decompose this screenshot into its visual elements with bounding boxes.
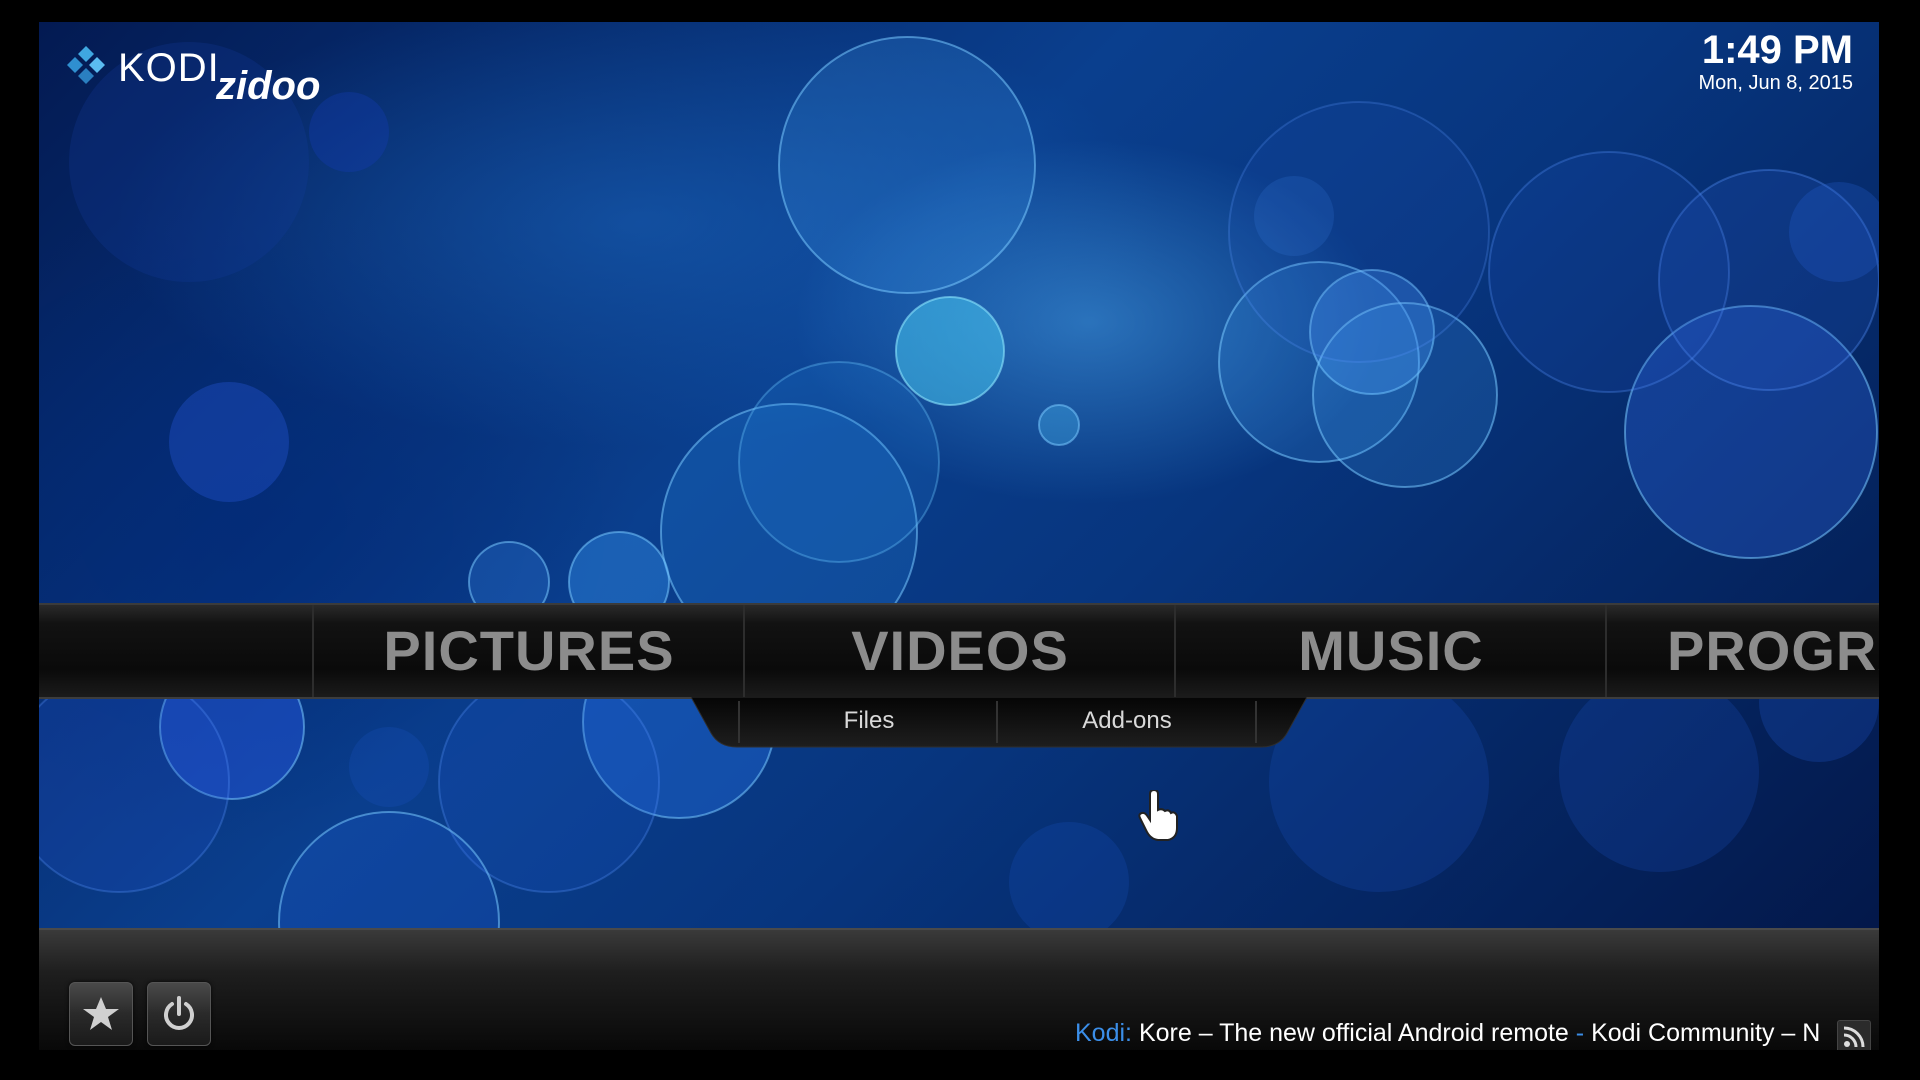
star-icon (83, 997, 119, 1030)
clock-date: Mon, Jun 8, 2015 (1698, 72, 1853, 94)
kodi-home-screen: KODI zidoo 1:49 PM Mon, Jun 8, 2015 PICT… (39, 22, 1879, 1050)
main-menu-bar: PICTURES VIDEOS MUSIC PROGRA (39, 603, 1879, 699)
ticker-headline-1: Kore – The new official Android remote (1138, 1019, 1569, 1047)
power-icon (164, 996, 194, 1030)
menu-item-pictures[interactable]: PICTURES (312, 605, 744, 697)
bokeh-circles (39, 36, 1879, 928)
power-button[interactable] (147, 982, 211, 1046)
menu-item-music[interactable]: MUSIC (1174, 605, 1606, 697)
ticker-headline-2: Kodi Community – N (1591, 1019, 1821, 1047)
bottom-bar: Kodi: Kore – The new official Android re… (39, 928, 1879, 1050)
favourites-button[interactable] (69, 982, 133, 1046)
hand-cursor-icon (1138, 788, 1182, 842)
rss-ticker: Kodi: Kore – The new official Android re… (1075, 1018, 1835, 1048)
ticker-source: Kodi: (1075, 1019, 1132, 1047)
logo-zidoo-text: zidoo (216, 64, 321, 108)
logo-kodi-text: KODI (118, 46, 220, 90)
menu-item-videos[interactable]: VIDEOS (743, 605, 1175, 697)
kodi-zidoo-logo: KODI zidoo (61, 40, 421, 108)
submenu: Files Add-ons (691, 697, 1307, 749)
menu-item-programs[interactable]: PROGRA (1605, 605, 1879, 697)
submenu-item-files[interactable]: Files (741, 697, 997, 745)
ticker-separator: - (1575, 1019, 1585, 1047)
background-bokeh (39, 22, 1879, 928)
kodi-logo-icon (67, 46, 105, 84)
clock: 1:49 PM Mon, Jun 8, 2015 (1698, 28, 1853, 94)
rss-icon[interactable] (1837, 1020, 1871, 1050)
submenu-item-addons[interactable]: Add-ons (999, 697, 1255, 745)
clock-time: 1:49 PM (1701, 28, 1853, 72)
